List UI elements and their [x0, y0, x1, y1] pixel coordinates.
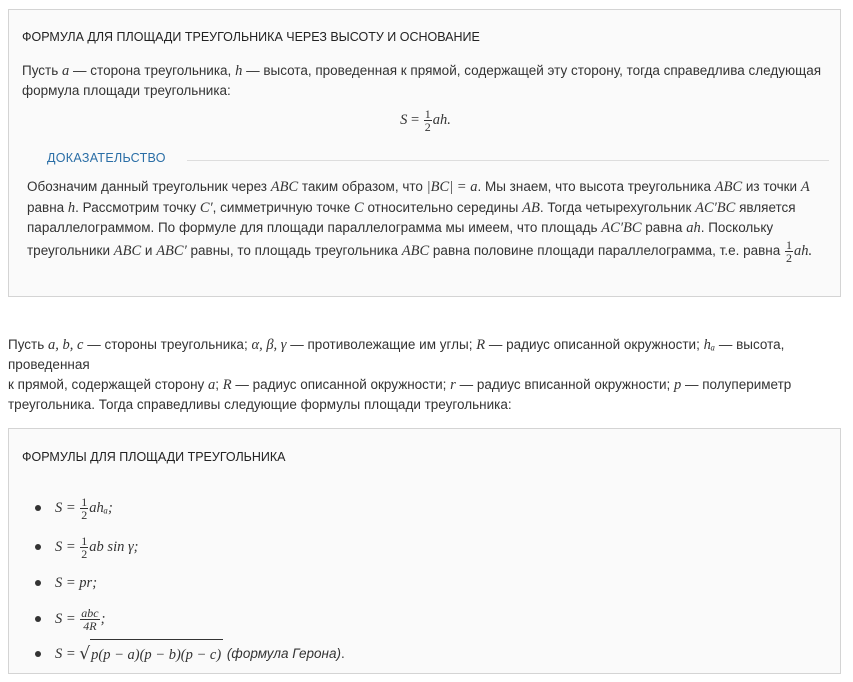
fraction: abc 4R — [80, 605, 100, 633]
formula-list: S = 1 2 ahₐ; S = 1 2 ab sin γ; S = pr; S = a… — [35, 489, 345, 669]
area-formulas-box: ФОРМУЛЫ ДЛЯ ПЛОЩАДИ ТРЕУГОЛЬНИКА S = 12a… — [8, 428, 841, 674]
fraction: 12 — [80, 494, 89, 522]
height-base-formula-box: ФОРМУЛА ДЛЯ ПЛОЩАДИ ТРЕУГОЛЬНИКА ЧЕРЕЗ В… — [8, 9, 841, 297]
fraction: 12 — [423, 107, 432, 134]
list-item: S = √p(p − a)(p − b)(p − c) (формула Гер… — [35, 639, 345, 669]
main-formula: S = 1 2 ah. — [400, 107, 451, 134]
list-item: S = 1 2 ahₐ; — [35, 489, 345, 527]
fraction: 12 — [785, 237, 793, 265]
intro-paragraph: Пусть a — сторона треугольника, h — высо… — [22, 63, 822, 98]
box-title: ФОРМУЛЫ ДЛЯ ПЛОЩАДИ ТРЕУГОЛЬНИКА — [22, 450, 286, 464]
proof-heading: ДОКАЗАТЕЛЬСТВО — [47, 151, 166, 165]
proof-divider — [187, 160, 829, 161]
sqrt-icon: √ — [79, 644, 91, 664]
list-item: S = pr; — [35, 567, 345, 599]
proof-paragraph: Обозначим данный треугольник через ABC т… — [27, 179, 813, 265]
list-item: S = abc 4R; — [35, 599, 345, 639]
list-item: S = 1 2 ab sin γ; — [35, 527, 345, 567]
notation-paragraph: Пусть a, b, c — стороны треугольника; α,… — [8, 337, 792, 412]
fraction: 12 — [80, 533, 89, 561]
square-root: √p(p − a)(p − b)(p − c) — [79, 639, 224, 670]
box-title: ФОРМУЛА ДЛЯ ПЛОЩАДИ ТРЕУГОЛЬНИКА ЧЕРЕЗ В… — [22, 30, 480, 44]
